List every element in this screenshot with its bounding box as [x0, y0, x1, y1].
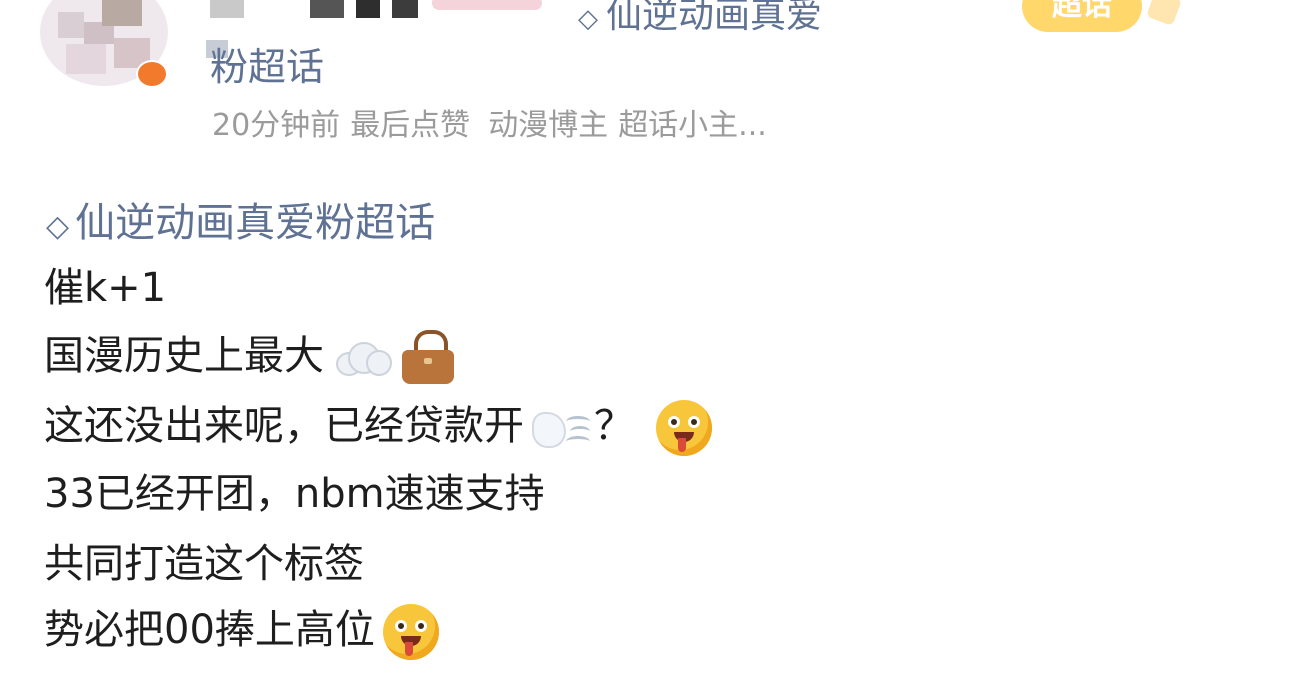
post-time: 20分钟前: [212, 108, 341, 143]
drooling-face-icon: [382, 604, 439, 660]
post-line-5: 共同打造这个标签: [44, 540, 364, 588]
weibo-post-view: ◇ 仙逆动画真爱 粉超话 超话 20分钟前 最后点赞 动漫博主 超话小主... ◇ 仙逆动…: [0, 0, 1290, 688]
diamond-icon: ◇: [46, 209, 70, 244]
header-topic-continuation[interactable]: 粉超话: [210, 36, 324, 91]
post-line-6-text: 势必把00捧上高位: [44, 607, 375, 653]
post-line-2: 国漫历史上最大: [44, 330, 456, 386]
post-line-3-suffix: ？: [594, 403, 634, 449]
post-line-6: 势必把00捧上高位: [44, 604, 439, 660]
post-topic-link[interactable]: ◇ 仙逆动画真爱粉超话: [46, 190, 435, 248]
avatar-verified-badge: [136, 60, 168, 88]
chaohua-badge-decoration: [1146, 0, 1182, 26]
last-like-label: 最后点赞: [350, 108, 471, 143]
post-line-2-text: 国漫历史上最大: [44, 333, 324, 379]
post-line-5-text: 共同打造这个标签: [44, 541, 364, 587]
post-line-3-text: 这还没出来呢，已经贷款开: [44, 403, 524, 449]
post-line-4-text: 33已经开团，nbm速速支持: [44, 471, 545, 517]
chaohua-badge[interactable]: 超话: [1022, 0, 1142, 32]
header-topic-text: 仙逆动画真爱: [606, 0, 823, 36]
user-tag-anime-blogger: 动漫博主: [488, 108, 609, 143]
post-topic-text: 仙逆动画真爱粉超话: [75, 200, 436, 246]
cloud-icon: [332, 340, 392, 376]
user-tag-chaohua-host[interactable]: 超话小主...: [618, 108, 767, 143]
diamond-icon: ◇: [578, 4, 598, 34]
post-meta: 20分钟前 最后点赞 动漫博主 超话小主...: [212, 100, 785, 144]
post-line-1-text: 催k+1: [44, 265, 167, 311]
post-line-1: 催k+1: [44, 264, 166, 312]
header-topic-link[interactable]: ◇ 仙逆动画真爱: [578, 0, 822, 38]
post-line-3: 这还没出来呢，已经贷款开 ？: [44, 400, 712, 456]
wind-blowing-face-icon: [532, 408, 594, 448]
post-line-4: 33已经开团，nbm速速支持: [44, 470, 545, 518]
handbag-icon: [400, 330, 456, 386]
drooling-face-icon: [656, 400, 712, 456]
